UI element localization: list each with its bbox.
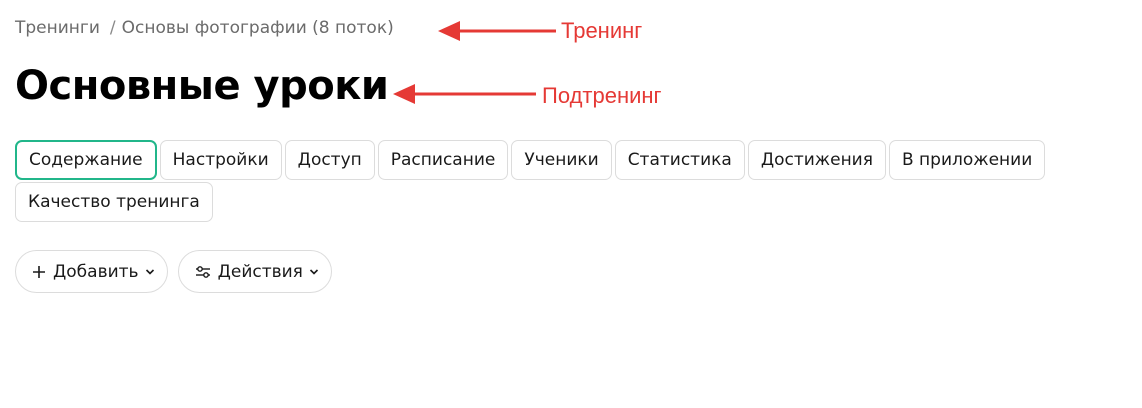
tab-content[interactable]: Содержание bbox=[15, 140, 157, 180]
tab-training-quality[interactable]: Качество тренинга bbox=[15, 182, 213, 222]
annotation-label-subtraining: Подтренинг bbox=[542, 83, 662, 108]
tab-achievements[interactable]: Достижения bbox=[747, 140, 886, 180]
tab-access[interactable]: Доступ bbox=[284, 140, 375, 180]
tab-students[interactable]: Ученики bbox=[511, 140, 612, 180]
annotation-arrow-subtraining bbox=[393, 84, 536, 104]
chevron-down-icon bbox=[309, 268, 319, 276]
add-button-label: Добавить bbox=[53, 261, 139, 282]
plus-icon bbox=[32, 265, 46, 279]
tab-settings[interactable]: Настройки bbox=[159, 140, 282, 180]
tab-statistics[interactable]: Статистика bbox=[614, 140, 745, 180]
annotation-label-training: Тренинг bbox=[561, 18, 643, 43]
chevron-down-icon bbox=[145, 268, 155, 276]
tab-in-app[interactable]: В приложении bbox=[888, 140, 1046, 180]
sliders-icon bbox=[195, 265, 211, 279]
annotation-arrow-training bbox=[438, 21, 556, 41]
actions-button-label: Действия bbox=[217, 261, 303, 282]
tab-bar: Содержание Настройки Доступ Расписание У… bbox=[15, 140, 1125, 222]
actions-button[interactable]: Действия bbox=[177, 250, 332, 293]
actions-bar: Добавить Действия bbox=[15, 250, 332, 293]
add-button[interactable]: Добавить bbox=[15, 250, 168, 293]
tab-schedule[interactable]: Расписание bbox=[377, 140, 509, 180]
